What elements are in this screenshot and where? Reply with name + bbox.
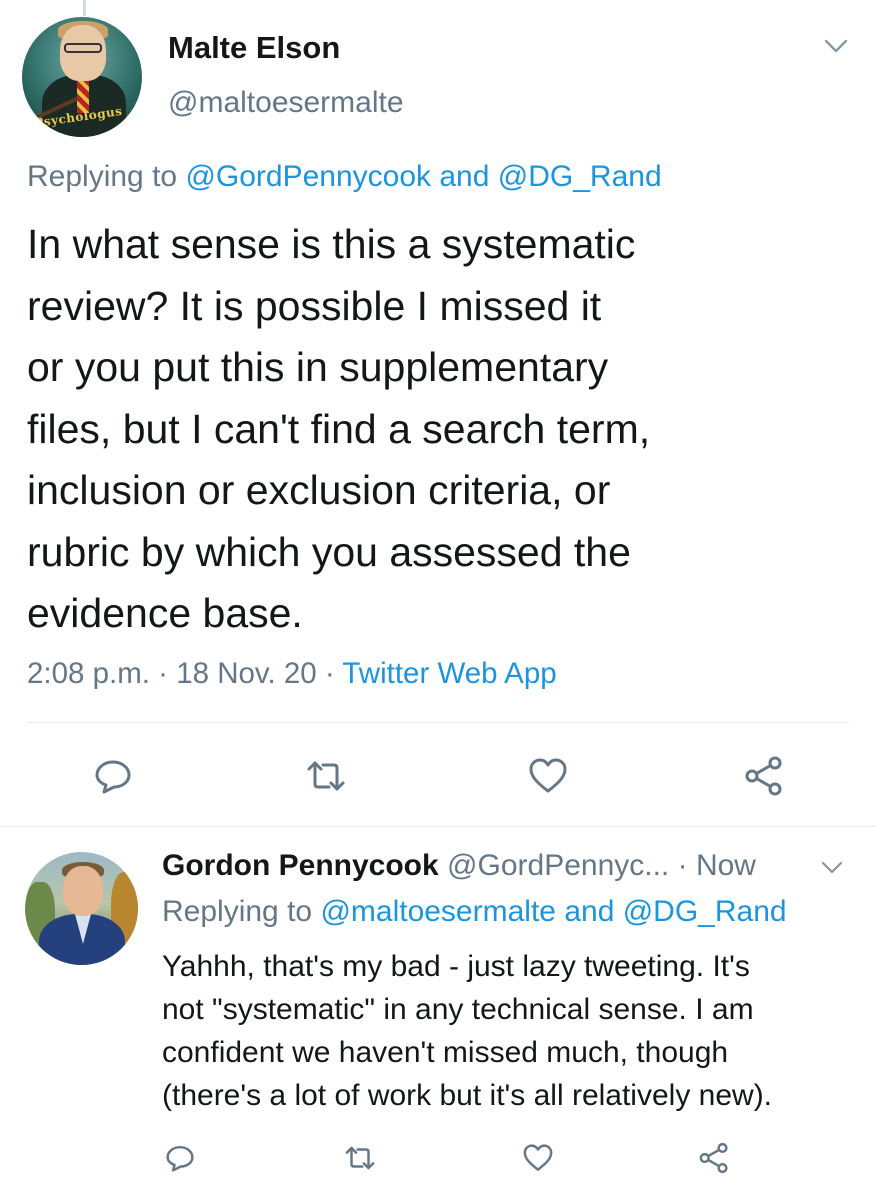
reply-icon[interactable] bbox=[91, 754, 135, 798]
avatar-glasses bbox=[64, 43, 102, 53]
avatar[interactable] bbox=[25, 852, 138, 965]
tweet-text-line: or you put this in supplementary bbox=[27, 344, 609, 390]
tweet-text-line: confident we haven't missed much, though bbox=[162, 1036, 729, 1069]
replying-to: Replying to @GordPennycook and @DG_Rand bbox=[27, 160, 662, 194]
mention-link[interactable]: @DG_Rand bbox=[623, 895, 787, 928]
chevron-down-icon[interactable] bbox=[824, 38, 848, 54]
tweet-text-line: In what sense is this a systematic bbox=[27, 221, 636, 267]
tweet-text-line: not "systematic" in any technical sense.… bbox=[162, 993, 754, 1026]
author-handle[interactable]: @GordPennyc... bbox=[447, 849, 669, 882]
divider bbox=[27, 722, 850, 723]
heart-icon[interactable] bbox=[526, 754, 570, 798]
tweet-source-link[interactable]: Twitter Web App bbox=[342, 657, 556, 690]
heart-icon[interactable] bbox=[521, 1141, 555, 1175]
tweet-time[interactable]: 2:08 p.m. bbox=[27, 657, 150, 690]
mention-link[interactable]: @maltoesermalte bbox=[320, 895, 556, 928]
author-name[interactable]: Malte Elson bbox=[168, 30, 340, 66]
author-handle[interactable]: @maltoesermalte bbox=[168, 86, 404, 120]
tweet-text-line: (there's a lot of work but it's all rela… bbox=[162, 1079, 773, 1112]
tweet-text-line: rubric by which you assessed the bbox=[27, 528, 631, 575]
mention-link[interactable]: @GordPennycook bbox=[185, 160, 431, 193]
replying-prefix: Replying to bbox=[27, 160, 186, 193]
tweet-time[interactable]: Now bbox=[696, 849, 756, 882]
avatar[interactable]: Psychologus bbox=[22, 17, 142, 137]
tweet-text-line: inclusion or exclusion criteria, or bbox=[27, 467, 611, 513]
reply-header: Gordon Pennycook @GordPennyc... · Now bbox=[162, 849, 756, 883]
chevron-down-icon[interactable] bbox=[821, 860, 843, 874]
tweet-meta: 2:08 p.m. · 18 Nov. 20 · Twitter Web App bbox=[27, 657, 557, 691]
reply-icon[interactable] bbox=[163, 1141, 197, 1175]
replying-joiner: and bbox=[555, 895, 623, 928]
mention-link[interactable]: @DG_Rand bbox=[498, 160, 662, 193]
share-icon[interactable] bbox=[697, 1141, 731, 1175]
meta-separator: · bbox=[149, 657, 177, 690]
tweet-text-line: evidence base. bbox=[27, 590, 303, 636]
retweet-icon[interactable] bbox=[304, 754, 348, 798]
retweet-icon[interactable] bbox=[343, 1141, 377, 1175]
author-name[interactable]: Gordon Pennycook bbox=[162, 849, 439, 882]
main-tweet: Psychologus Malte Elson @maltoesermalte … bbox=[0, 0, 876, 827]
tweet-date[interactable]: 18 Nov. 20 bbox=[176, 657, 317, 690]
tweet-text-line: files, but I can't find a search term, bbox=[27, 405, 651, 452]
tweet-text-line: review? It is possible I missed it bbox=[27, 282, 602, 329]
tweet-text: In what sense is this a systematic revie… bbox=[27, 214, 837, 645]
share-icon[interactable] bbox=[742, 754, 786, 798]
time-separator: · bbox=[669, 849, 696, 882]
replying-joiner: and bbox=[431, 160, 498, 193]
meta-separator: · bbox=[316, 657, 343, 690]
replying-prefix: Replying to bbox=[162, 895, 321, 928]
tweet-text: Yahhh, that's my bad - just lazy tweetin… bbox=[162, 945, 862, 1117]
replying-to: Replying to @maltoesermalte and @DG_Rand bbox=[162, 895, 787, 929]
tweet-text-line: Yahhh, that's my bad - just lazy tweetin… bbox=[162, 950, 750, 983]
avatar-face bbox=[60, 25, 106, 81]
avatar-face bbox=[63, 866, 103, 916]
